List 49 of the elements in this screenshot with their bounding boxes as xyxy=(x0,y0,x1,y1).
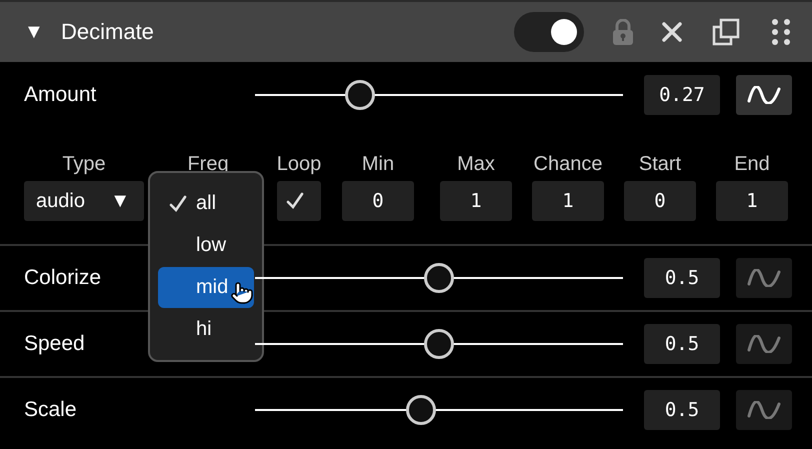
menu-item[interactable]: mid xyxy=(158,266,254,308)
number-field[interactable]: 1 xyxy=(440,181,512,221)
loop-checkbox[interactable] xyxy=(277,181,321,221)
slider-label: Speed xyxy=(24,332,85,356)
menu-item[interactable]: low xyxy=(158,224,254,266)
parameter-label: Chance xyxy=(534,153,602,176)
parameter-label: Freq xyxy=(187,153,229,176)
value-field[interactable]: 0.5 xyxy=(644,258,720,298)
type-dropdown[interactable]: audio ▼ xyxy=(24,181,144,221)
slider-thumb[interactable] xyxy=(406,395,436,425)
slider[interactable] xyxy=(255,80,623,110)
enable-switch[interactable] xyxy=(514,12,584,52)
menu-item[interactable]: hi xyxy=(158,308,254,350)
number-field[interactable]: 0 xyxy=(342,181,414,221)
wave-icon xyxy=(746,401,782,419)
slider-label: Amount xyxy=(24,83,96,107)
parameter-label: End xyxy=(734,153,770,176)
slider[interactable] xyxy=(255,263,623,293)
slider-thumb[interactable] xyxy=(424,263,454,293)
slider-thumb[interactable] xyxy=(424,329,454,359)
value-field[interactable]: 0.27 xyxy=(644,75,720,115)
duplicate-icon[interactable] xyxy=(712,18,740,46)
checkmark-icon xyxy=(168,194,188,214)
wave-icon xyxy=(746,86,782,104)
number-field[interactable]: 1 xyxy=(532,181,604,221)
wave-icon xyxy=(746,269,782,287)
panel-title: Decimate xyxy=(61,19,155,45)
modulation-button[interactable] xyxy=(736,75,792,115)
checkmark-icon xyxy=(285,191,305,211)
value-field[interactable]: 0.5 xyxy=(644,390,720,430)
slider[interactable] xyxy=(255,329,623,359)
hand-cursor-icon xyxy=(230,280,254,304)
wave-icon xyxy=(746,335,782,353)
value-field[interactable]: 0.5 xyxy=(644,324,720,364)
parameter-label: Type xyxy=(62,153,106,176)
parameter-label: Loop xyxy=(276,153,322,176)
slider-thumb[interactable] xyxy=(344,80,375,110)
slider-label: Scale xyxy=(24,398,77,422)
parameter-label: Max xyxy=(457,153,495,176)
parameter-label: Start xyxy=(638,153,682,176)
slider[interactable] xyxy=(255,395,623,425)
number-field[interactable]: 0 xyxy=(624,181,696,221)
number-field[interactable]: 1 xyxy=(716,181,788,221)
drag-handle-icon[interactable] xyxy=(772,19,790,45)
close-icon[interactable] xyxy=(662,22,682,42)
collapse-toggle[interactable]: ▼ xyxy=(24,20,61,44)
slider-label: Colorize xyxy=(24,266,102,290)
menu-item[interactable]: all xyxy=(158,183,254,225)
parameter-label: Min xyxy=(362,153,394,176)
